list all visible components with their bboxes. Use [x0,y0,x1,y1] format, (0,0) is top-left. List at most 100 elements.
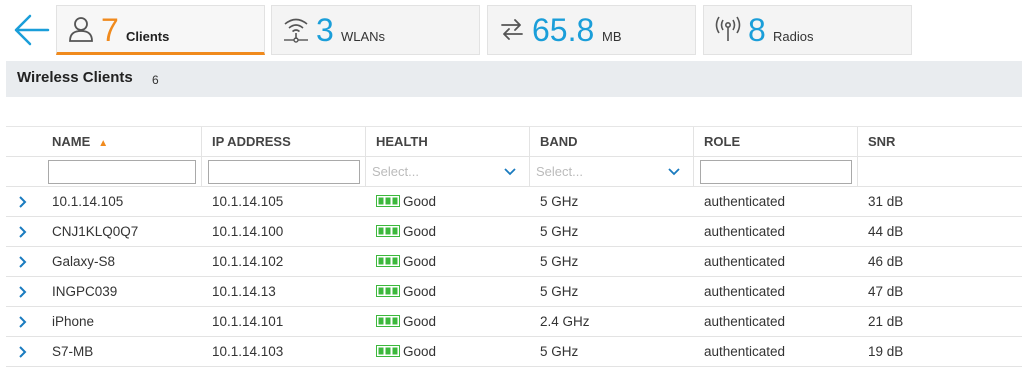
transfer-arrows-icon [501,19,523,40]
chevron-right-icon[interactable] [16,285,30,299]
col-header-health-label: HEALTH [376,134,428,149]
cell-snr: 31 dB [868,194,904,209]
summary-bar: 7 Clients 3 WLANs 65.8 MB 8 Radios [0,0,1022,58]
filter-cell-role [694,157,858,187]
section-count: 6 [152,73,159,87]
health-label: Good [403,284,437,299]
chevron-right-icon[interactable] [16,345,30,359]
clients-count: 7 [101,12,119,48]
battery-health-icon [376,225,400,238]
filter-cell-band: Select... [530,157,694,187]
cell-health: Good [366,217,436,247]
table-row[interactable]: S7-MB 10.1.14.103 Good 5 GHz authenticat… [6,337,1022,367]
cell-ip: 10.1.14.102 [212,254,284,269]
table-header: NAME ▲ IP ADDRESS HEALTH BAND ROLE SNR [6,127,1022,157]
cell-role: authenticated [704,194,786,209]
cell-name: 10.1.14.105 [52,194,124,209]
col-header-role[interactable]: ROLE [694,127,858,157]
filter-cell-ip [202,157,366,187]
battery-health-icon [376,195,400,208]
cell-ip: 10.1.14.101 [212,314,284,329]
table-row[interactable]: iPhone 10.1.14.101 Good 2.4 GHz authenti… [6,307,1022,337]
cell-role: authenticated [704,224,786,239]
col-header-snr[interactable]: SNR [858,127,1022,157]
clients-table: NAME ▲ IP ADDRESS HEALTH BAND ROLE SNR Se… [6,127,1022,367]
cell-name: Galaxy-S8 [52,254,116,269]
back-arrow-icon[interactable] [12,10,50,50]
cell-health: Good [366,277,436,307]
health-label: Good [403,254,437,269]
section-title: Wireless Clients [17,69,133,86]
table-row[interactable]: CNJ1KLQ0Q7 10.1.14.100 Good 5 GHz authen… [6,217,1022,247]
cell-ip: 10.1.14.13 [212,284,276,299]
cell-snr: 46 dB [868,254,904,269]
cell-ip: 10.1.14.103 [212,344,284,359]
health-label: Good [403,224,437,239]
cell-ip: 10.1.14.100 [212,224,284,239]
battery-health-icon [376,255,400,268]
col-header-band[interactable]: BAND [530,127,694,157]
col-header-name[interactable]: NAME ▲ [42,127,202,157]
health-filter-select[interactable]: Select... [372,161,520,183]
cell-snr: 19 dB [868,344,904,359]
chevron-right-icon[interactable] [16,255,30,269]
col-header-snr-label: SNR [868,134,896,149]
table-row[interactable]: 10.1.14.105 10.1.14.105 Good 5 GHz authe… [6,187,1022,217]
sort-ascending-icon: ▲ [98,138,109,149]
cell-name: CNJ1KLQ0Q7 [52,224,139,239]
toolbar-spacer [6,97,1022,127]
wifi-network-icon [284,18,308,43]
table-body: 10.1.14.105 10.1.14.105 Good 5 GHz authe… [6,187,1022,367]
table-row[interactable]: Galaxy-S8 10.1.14.102 Good 5 GHz authent… [6,247,1022,277]
col-header-role-label: ROLE [704,134,741,149]
health-filter-placeholder: Select... [372,164,419,179]
cell-band: 5 GHz [540,224,579,239]
chevron-right-icon[interactable] [16,225,30,239]
filter-cell-health: Select... [366,157,530,187]
band-filter-select[interactable]: Select... [536,161,684,183]
filter-cell-name [42,157,202,187]
battery-health-icon [376,285,400,298]
filter-row: Select... Select... [6,157,1022,187]
cell-snr: 47 dB [868,284,904,299]
cell-name: S7-MB [52,344,94,359]
cell-band: 5 GHz [540,254,579,269]
battery-health-icon [376,345,400,358]
role-filter-input[interactable] [700,160,852,184]
wlans-count: 3 [316,12,334,48]
clients-tile[interactable]: 7 Clients [56,5,265,55]
col-header-ip[interactable]: IP ADDRESS [202,127,366,157]
cell-name: INGPC039 [52,284,118,299]
cell-health: Good [366,337,436,367]
cell-health: Good [366,307,436,337]
cell-snr: 21 dB [868,314,904,329]
radios-tile[interactable]: 8 Radios [703,5,912,55]
radios-count: 8 [748,12,766,48]
col-header-name-label: NAME [52,134,91,149]
health-label: Good [403,344,437,359]
usage-tile[interactable]: 65.8 MB [487,5,696,55]
usage-value: 65.8 [532,12,595,48]
col-header-band-label: BAND [540,134,578,149]
chevron-right-icon[interactable] [16,195,30,209]
cell-band: 5 GHz [540,344,579,359]
band-filter-placeholder: Select... [536,164,583,179]
cell-name: iPhone [52,314,95,329]
col-header-health[interactable]: HEALTH [366,127,530,157]
name-filter-input[interactable] [48,160,196,184]
filter-cell-snr [858,157,1022,187]
cell-role: authenticated [704,284,786,299]
chevron-down-icon [668,168,680,176]
ip-filter-input[interactable] [208,160,360,184]
cell-role: authenticated [704,254,786,269]
cell-band: 5 GHz [540,194,579,209]
health-label: Good [403,194,437,209]
usage-unit: MB [602,29,622,44]
chevron-right-icon[interactable] [16,315,30,329]
cell-health: Good [366,247,436,277]
wlans-tile[interactable]: 3 WLANs [271,5,480,55]
cell-role: authenticated [704,314,786,329]
table-row[interactable]: INGPC039 10.1.14.13 Good 5 GHz authentic… [6,277,1022,307]
radio-antenna-icon [715,16,741,41]
cell-band: 5 GHz [540,284,579,299]
